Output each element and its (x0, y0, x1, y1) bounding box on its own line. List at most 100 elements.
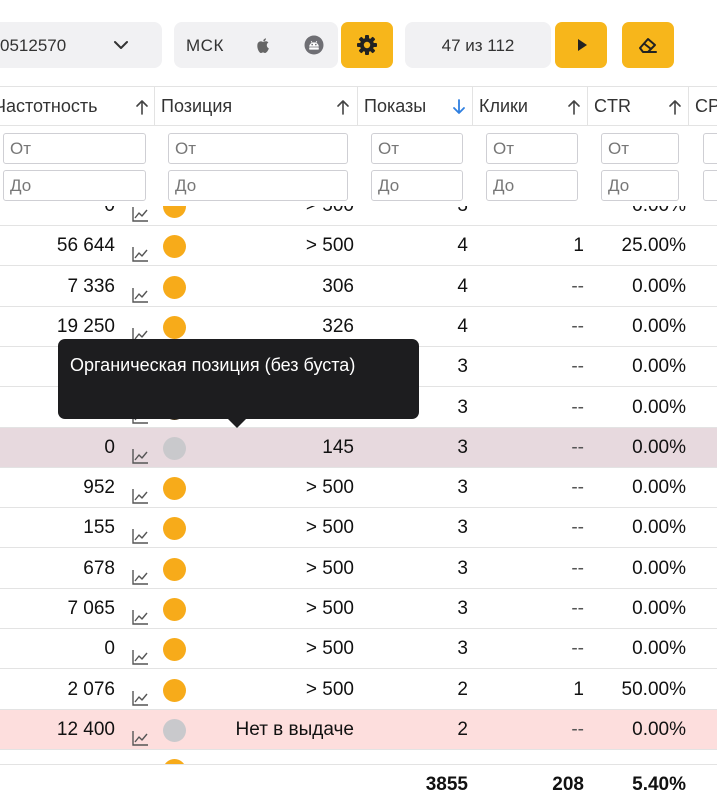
shows-cell: 3 (457, 436, 468, 458)
column-header-ctr[interactable]: CTR (588, 87, 689, 127)
table-row[interactable]: 7 336 306 4 -- 0.00% (0, 267, 717, 307)
sort-arrow-up-icon[interactable] (566, 98, 582, 116)
chart-icon[interactable] (131, 319, 149, 343)
ctr-cell: 0.00% (632, 638, 686, 660)
shows-from-input[interactable]: От (371, 133, 463, 164)
shows-cell: 4 (457, 275, 468, 297)
settings-button[interactable] (341, 22, 393, 68)
shows-cell: 2 (457, 678, 468, 700)
ctr-cell: 0.00% (632, 598, 686, 619)
clicks-cell: -- (571, 477, 584, 499)
apple-icon[interactable] (254, 35, 272, 55)
table-row[interactable]: 0 145 3 -- 0.00% (0, 427, 717, 468)
chart-icon[interactable] (131, 520, 149, 545)
status-dot-icon[interactable] (163, 206, 186, 218)
frequency-cell (0, 750, 115, 764)
shows-to-input[interactable]: До (371, 170, 463, 201)
position-cell: > 500 (305, 517, 354, 539)
product-select[interactable]: 0512570 (0, 22, 162, 68)
clear-filters-button[interactable] (622, 22, 674, 68)
clicks-cell: -- (571, 315, 584, 337)
status-dot-icon[interactable] (163, 638, 186, 662)
column-header-cpc[interactable]: CPC (689, 87, 717, 127)
ctr-to-input[interactable]: До (601, 170, 679, 201)
table-header: Частотность Позиция Показы Клики CTR CPC (0, 86, 717, 127)
table-row[interactable]: 155 > 500 3 -- 0.00% (0, 508, 717, 549)
table-row[interactable]: 12 400 Нет в выдаче 2 -- 0.00% (0, 709, 717, 750)
chart-icon[interactable] (131, 206, 149, 222)
cpc-to-input[interactable] (703, 170, 717, 201)
chevron-down-icon (114, 41, 128, 49)
frequency-from-input[interactable]: От (3, 133, 146, 164)
table-row[interactable]: 7 065 > 500 3 -- 0.00% (0, 589, 717, 629)
total-clicks: 208 (552, 774, 584, 795)
region-selector[interactable]: МСК (174, 22, 338, 68)
position-cell: > 500 (305, 638, 354, 660)
table-row[interactable]: 678 > 500 3 -- 0.00% (0, 549, 717, 589)
clicks-cell: 1 (573, 235, 584, 257)
clicks-cell: 1 (573, 678, 584, 700)
frequency-cell: 0 (104, 436, 115, 458)
tooltip-arrow (228, 419, 246, 428)
status-dot-icon[interactable] (163, 557, 186, 581)
table-row[interactable] (0, 750, 717, 764)
sort-arrow-up-icon[interactable] (667, 98, 683, 116)
position-from-input[interactable]: От (168, 133, 348, 164)
clicks-cell: -- (571, 718, 584, 740)
chart-icon[interactable] (131, 561, 149, 585)
ctr-cell: 0.00% (590, 206, 686, 226)
ctr-from-input[interactable]: От (601, 133, 679, 164)
chart-icon[interactable] (131, 641, 149, 665)
status-dot-icon[interactable] (163, 275, 186, 299)
shows-cell: 3 (370, 206, 468, 226)
clicks-from-input[interactable]: От (486, 133, 578, 164)
status-dot-icon[interactable] (163, 718, 186, 742)
column-label: Частотность (0, 96, 98, 116)
status-dot-icon[interactable] (163, 477, 186, 501)
position-cell: > 500 (305, 678, 354, 700)
chart-icon[interactable] (131, 722, 149, 746)
status-dot-icon[interactable] (163, 235, 186, 259)
table-row[interactable]: 2 076 > 500 2 1 50.00% (0, 670, 717, 710)
status-dot-icon[interactable] (163, 315, 186, 339)
play-button[interactable] (555, 22, 607, 68)
column-label: Клики (479, 96, 528, 116)
chart-icon[interactable] (131, 238, 149, 262)
status-dot-icon[interactable] (163, 598, 186, 621)
table-row[interactable]: 56 644 > 500 4 1 25.00% (0, 226, 717, 267)
frequency-cell: 2 076 (67, 678, 115, 700)
shows-cell: 3 (457, 638, 468, 660)
android-icon[interactable] (304, 35, 324, 55)
table-row[interactable]: 952 > 500 3 -- 0.00% (0, 468, 717, 509)
chart-icon[interactable] (131, 440, 149, 464)
position-cell: 145 (322, 436, 354, 458)
sort-arrow-down-icon[interactable] (451, 98, 467, 116)
chart-icon[interactable] (131, 279, 149, 303)
column-header-frequency[interactable]: Частотность (0, 87, 155, 127)
status-dot-icon[interactable] (163, 517, 186, 541)
clicks-to-input[interactable]: До (486, 170, 578, 201)
frequency-to-input[interactable]: До (3, 170, 146, 201)
column-header-clicks[interactable]: Клики (473, 87, 588, 127)
ctr-cell: 0.00% (632, 315, 686, 337)
frequency-cell: 12 400 (56, 718, 115, 740)
column-header-shows[interactable]: Показы (358, 87, 473, 127)
column-header-position[interactable]: Позиция (155, 87, 358, 127)
sort-arrow-up-icon[interactable] (134, 98, 150, 116)
position-to-input[interactable]: До (168, 170, 348, 201)
cpc-from-input[interactable] (703, 133, 717, 164)
table-row[interactable]: 0 > 500 3 -- 0.00% (0, 629, 717, 670)
chart-icon[interactable] (131, 601, 149, 625)
ctr-cell: 0.00% (632, 557, 686, 579)
sort-arrow-up-icon[interactable] (335, 98, 351, 116)
table-row[interactable]: 0 > 500 3 0.00% (0, 206, 717, 226)
clicks-cell: -- (571, 436, 584, 458)
status-dot-icon[interactable] (163, 678, 186, 702)
chart-icon[interactable] (131, 682, 149, 706)
shows-cell: 3 (457, 557, 468, 579)
toolbar: 0512570 МСК 47 из 112 (0, 0, 717, 86)
chart-icon[interactable] (131, 480, 149, 504)
position-cell: > 500 (305, 477, 354, 499)
frequency-cell: 0 (104, 638, 115, 660)
status-dot-icon[interactable] (163, 436, 186, 460)
